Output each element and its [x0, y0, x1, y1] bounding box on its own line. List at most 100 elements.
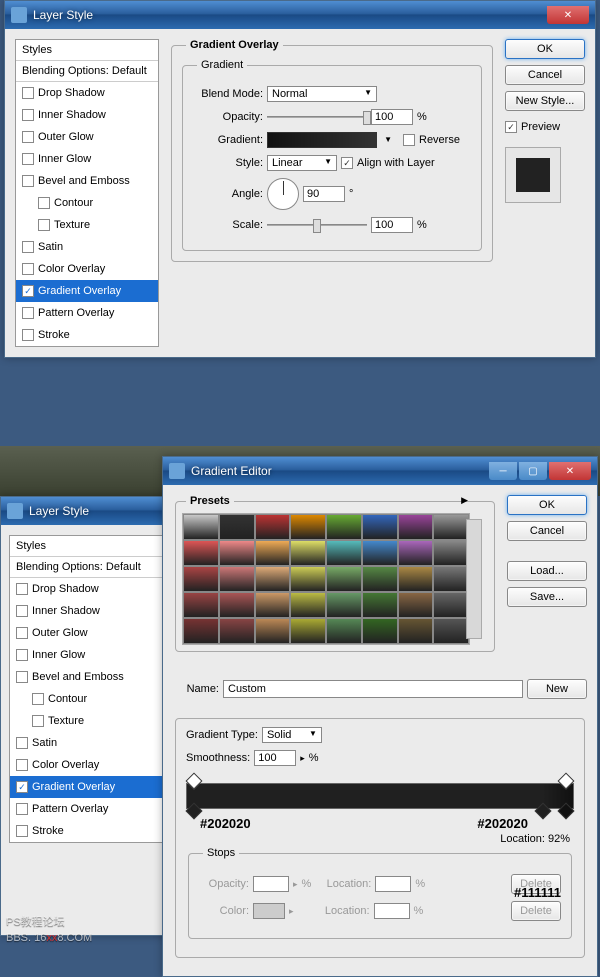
- preset-swatch[interactable]: [326, 566, 362, 592]
- opacity-input[interactable]: [371, 109, 413, 125]
- style-item-contour[interactable]: Contour: [16, 192, 158, 214]
- style-item-inner-shadow[interactable]: Inner Shadow: [16, 104, 158, 126]
- style-item-satin[interactable]: Satin: [16, 236, 158, 258]
- preset-swatch[interactable]: [183, 566, 219, 592]
- preset-swatch[interactable]: [326, 514, 362, 540]
- preset-swatch[interactable]: [290, 540, 326, 566]
- style-checkbox[interactable]: [22, 131, 34, 143]
- preset-swatch[interactable]: [433, 566, 469, 592]
- preset-swatch[interactable]: [290, 566, 326, 592]
- blend-mode-select[interactable]: Normal: [267, 86, 377, 102]
- blending-options[interactable]: Blending Options: Default: [16, 61, 158, 82]
- preset-swatch[interactable]: [183, 540, 219, 566]
- preset-swatch[interactable]: [183, 618, 219, 644]
- style-checkbox[interactable]: [32, 715, 44, 727]
- close-button[interactable]: ✕: [549, 462, 591, 480]
- presets-menu-icon[interactable]: ▶: [461, 495, 468, 506]
- preset-swatch[interactable]: [219, 514, 255, 540]
- preset-swatch[interactable]: [362, 592, 398, 618]
- maximize-button[interactable]: ▢: [519, 462, 547, 480]
- new-button[interactable]: New: [527, 679, 587, 699]
- preview-checkbox[interactable]: [505, 121, 517, 133]
- preset-scrollbar[interactable]: [466, 519, 482, 639]
- scale-input[interactable]: [371, 217, 413, 233]
- minimize-button[interactable]: ─: [489, 462, 517, 480]
- style-item-drop-shadow[interactable]: Drop Shadow: [16, 82, 158, 104]
- stop-opacity-input[interactable]: [253, 876, 289, 892]
- style-item-stroke[interactable]: Stroke: [16, 324, 158, 346]
- style-checkbox[interactable]: [16, 803, 28, 815]
- style-checkbox[interactable]: [16, 759, 28, 771]
- name-input[interactable]: [223, 680, 523, 698]
- style-checkbox[interactable]: [16, 649, 28, 661]
- style-item-bevel-and-emboss[interactable]: Bevel and Emboss: [10, 666, 170, 688]
- preset-swatch[interactable]: [433, 514, 469, 540]
- style-item-pattern-overlay[interactable]: Pattern Overlay: [16, 302, 158, 324]
- titlebar[interactable]: Layer Style: [1, 497, 179, 525]
- style-item-inner-glow[interactable]: Inner Glow: [10, 644, 170, 666]
- preset-swatch[interactable]: [362, 566, 398, 592]
- preset-swatch[interactable]: [290, 618, 326, 644]
- reverse-checkbox[interactable]: [403, 134, 415, 146]
- preset-swatch[interactable]: [398, 618, 434, 644]
- style-item-texture[interactable]: Texture: [16, 214, 158, 236]
- style-checkbox[interactable]: [22, 87, 34, 99]
- preset-swatch[interactable]: [219, 592, 255, 618]
- gradient-type-select[interactable]: Solid: [262, 727, 322, 743]
- style-item-stroke[interactable]: Stroke: [10, 820, 170, 842]
- scale-slider[interactable]: [267, 219, 367, 231]
- preset-swatch[interactable]: [219, 618, 255, 644]
- style-item-outer-glow[interactable]: Outer Glow: [16, 126, 158, 148]
- preset-swatch[interactable]: [398, 514, 434, 540]
- style-select[interactable]: Linear: [267, 155, 337, 171]
- preset-swatch[interactable]: [326, 540, 362, 566]
- style-checkbox[interactable]: [38, 197, 50, 209]
- preset-swatch[interactable]: [255, 566, 291, 592]
- angle-input[interactable]: [303, 186, 345, 202]
- preset-swatch[interactable]: [326, 592, 362, 618]
- load-button[interactable]: Load...: [507, 561, 587, 581]
- preset-swatch[interactable]: [326, 618, 362, 644]
- style-checkbox[interactable]: [22, 285, 34, 297]
- style-checkbox[interactable]: [16, 627, 28, 639]
- smoothness-input[interactable]: [254, 750, 296, 766]
- style-item-pattern-overlay[interactable]: Pattern Overlay: [10, 798, 170, 820]
- preset-swatch[interactable]: [255, 540, 291, 566]
- style-item-inner-glow[interactable]: Inner Glow: [16, 148, 158, 170]
- style-checkbox[interactable]: [16, 825, 28, 837]
- style-checkbox[interactable]: [16, 737, 28, 749]
- preset-swatch[interactable]: [290, 514, 326, 540]
- preset-swatch[interactable]: [290, 592, 326, 618]
- style-checkbox[interactable]: [38, 219, 50, 231]
- style-item-gradient-overlay[interactable]: Gradient Overlay: [10, 776, 170, 798]
- preset-swatch[interactable]: [255, 592, 291, 618]
- preset-swatch[interactable]: [219, 540, 255, 566]
- titlebar[interactable]: Gradient Editor ─ ▢ ✕: [163, 457, 597, 485]
- preset-swatch[interactable]: [183, 514, 219, 540]
- style-checkbox[interactable]: [16, 671, 28, 683]
- style-item-texture[interactable]: Texture: [10, 710, 170, 732]
- align-checkbox[interactable]: [341, 157, 353, 169]
- style-checkbox[interactable]: [22, 307, 34, 319]
- style-checkbox[interactable]: [16, 583, 28, 595]
- preset-swatch[interactable]: [362, 540, 398, 566]
- ok-button[interactable]: OK: [505, 39, 585, 59]
- cancel-button[interactable]: Cancel: [505, 65, 585, 85]
- style-item-drop-shadow[interactable]: Drop Shadow: [10, 578, 170, 600]
- titlebar[interactable]: Layer Style ✕: [5, 1, 595, 29]
- preset-swatch[interactable]: [398, 566, 434, 592]
- preset-swatch[interactable]: [398, 592, 434, 618]
- stop-color-well[interactable]: [253, 903, 285, 919]
- style-checkbox[interactable]: [22, 175, 34, 187]
- delete-color-stop-button[interactable]: Delete: [511, 901, 561, 921]
- style-checkbox[interactable]: [22, 263, 34, 275]
- style-item-color-overlay[interactable]: Color Overlay: [10, 754, 170, 776]
- preset-swatch[interactable]: [362, 618, 398, 644]
- gradient-picker[interactable]: [267, 132, 377, 148]
- style-checkbox[interactable]: [22, 153, 34, 165]
- style-item-inner-shadow[interactable]: Inner Shadow: [10, 600, 170, 622]
- style-item-satin[interactable]: Satin: [10, 732, 170, 754]
- stop-color-location-input[interactable]: [374, 903, 410, 919]
- dropdown-icon[interactable]: ▸: [300, 753, 305, 764]
- preset-swatch[interactable]: [255, 514, 291, 540]
